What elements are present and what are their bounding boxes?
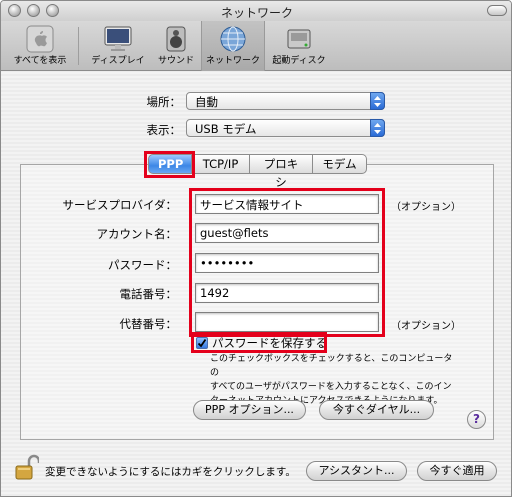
tab-tcpip[interactable]: TCP/IP [192,154,250,174]
apply-now-button[interactable]: 今すぐ適用 [417,461,497,481]
toolbar-label: すべてを表示 [13,56,67,66]
location-label: 場所： [146,95,182,109]
tab-ppp[interactable]: PPP [148,154,192,174]
toolbar-sound[interactable]: サウンド [151,21,201,71]
provider-label: サービスプロバイダ： [62,198,177,212]
save-password-label: パスワードを保存する [212,336,327,350]
account-label: アカウント名： [96,227,178,241]
dial-now-button[interactable]: 今すぐダイヤル... [319,400,434,420]
toolbar-label: 起動ディスク [272,56,326,66]
toolbar-separator [78,27,79,65]
toolbar-display[interactable]: ディスプレイ [85,21,151,71]
toolbar-label: ネットワーク [205,56,260,66]
help-text-line: すべてのユーザがパスワードを入力することなく、このイン [210,382,452,392]
toolbar-toggle-button[interactable] [487,5,507,16]
help-button[interactable]: ? [467,410,486,429]
network-preferences-window: ネットワーク すべてを表示 ディスプレイ サウンド ネットワーク 起動ディスク … [0,0,512,497]
provider-field[interactable]: サービス情報サイト [195,194,379,214]
location-value: 自動 [195,95,218,109]
popup-arrows-icon [370,92,385,110]
checkmark-icon [197,338,207,348]
phone-field[interactable]: 1492 [195,283,379,303]
popup-arrows-icon [370,119,385,137]
toolbar-label: サウンド [157,56,194,66]
speaker-icon [166,26,186,52]
tab-modem[interactable]: モデム [313,154,367,174]
assistant-button[interactable]: アシスタント... [306,461,407,481]
password-label: パスワード： [108,258,177,272]
toolbar-label: ディスプレイ [91,56,145,66]
tab-proxies[interactable]: プロキシ [250,154,313,189]
toolbar: すべてを表示 ディスプレイ サウンド ネットワーク 起動ディスク [1,21,511,71]
account-field[interactable]: guest@flets [195,223,379,243]
show-popup[interactable]: USB モデム [186,119,385,137]
unlocked-padlock-icon[interactable] [15,454,39,480]
ppp-options-button[interactable]: PPP オプション... [193,400,306,420]
hard-disk-icon [287,29,311,49]
show-value: USB モデム [195,122,257,136]
tab-bar: PPP TCP/IP プロキシ モデム [148,154,367,189]
alt-phone-label: 代替番号： [119,317,178,331]
save-password-checkbox-row[interactable]: パスワードを保存する [196,335,327,351]
toolbar-startup-disk[interactable]: 起動ディスク [266,21,332,71]
phone-label: 電話番号： [119,287,178,301]
password-field[interactable]: •••••••• [195,253,379,273]
provider-optional-note: （オプション） [391,202,461,213]
location-popup[interactable]: 自動 [186,92,385,110]
network-globe-icon [220,26,246,52]
toolbar-network[interactable]: ネットワーク [201,21,265,71]
alt-phone-field[interactable] [195,312,379,332]
alt-phone-optional-note: （オプション） [391,321,461,332]
display-icon [104,26,132,51]
help-text-line: このチェックボックスをチェックすると、このコンピュータの [210,354,453,378]
show-label: 表示： [146,123,182,137]
window-title: ネットワーク [220,6,293,20]
apple-logo-icon [26,25,54,53]
title-bar: ネットワーク [1,1,511,21]
save-password-checkbox[interactable] [196,337,208,349]
toolbar-show-all[interactable]: すべてを表示 [5,21,75,71]
lock-instruction-text: 変更できないようにするにはカギをクリックします。 [45,466,296,478]
